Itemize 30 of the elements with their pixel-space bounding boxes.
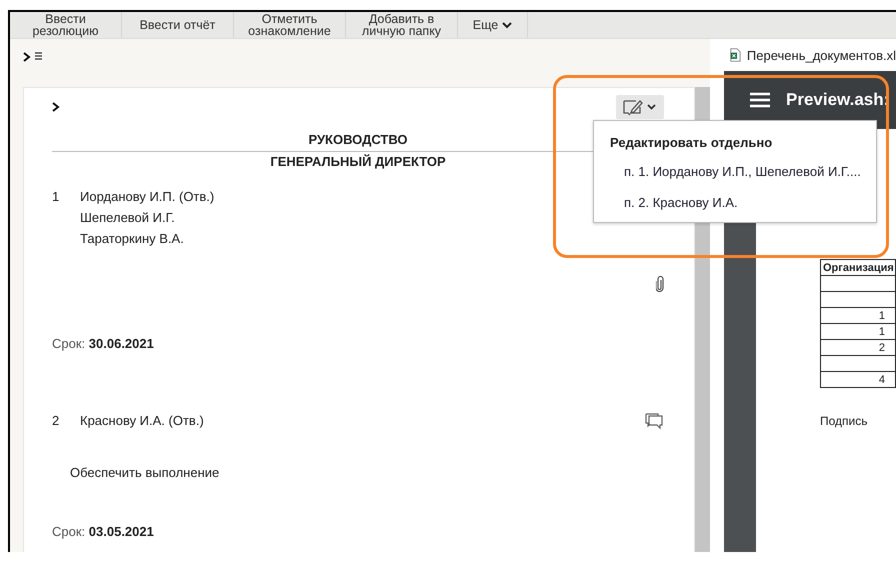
assignee-name: Тараторкину В.А. bbox=[80, 231, 184, 246]
task-text: Обеспечить выполнение bbox=[70, 465, 220, 480]
signature-label: Подпись bbox=[820, 414, 868, 428]
menu-icon[interactable] bbox=[750, 92, 770, 108]
expand-icon[interactable] bbox=[23, 52, 31, 62]
assignee-name: Иорданову И.П. (Отв.) bbox=[80, 189, 214, 204]
menu-item[interactable]: п. 1. Иорданову И.П., Шепелевой И.Г.... bbox=[610, 164, 860, 179]
table-cell: 1 bbox=[820, 324, 896, 340]
paperclip-icon[interactable] bbox=[656, 276, 664, 292]
comment-icon[interactable] bbox=[644, 413, 664, 431]
table-cell: 2 bbox=[820, 340, 896, 356]
table-cell: 4 bbox=[820, 372, 896, 388]
assignee-name: Шепелевой И.Г. bbox=[80, 210, 175, 225]
list-icon[interactable] bbox=[35, 52, 42, 60]
item-number: 1 bbox=[52, 189, 60, 204]
deadline-text: Срок: 03.05.2021 bbox=[52, 524, 155, 539]
file-name[interactable]: Перечень_документов.xl bbox=[746, 48, 896, 62]
assignee-name: Краснову И.А. (Отв.) bbox=[80, 413, 204, 428]
edit-dropdown-button[interactable] bbox=[616, 95, 664, 119]
table-cell: 1 bbox=[820, 308, 896, 324]
item-number: 2 bbox=[52, 413, 60, 428]
table-header: Организация bbox=[820, 260, 896, 276]
menu-item[interactable]: п. 2. Краснову И.А. bbox=[610, 195, 860, 210]
preview-title: Preview.ash: bbox=[786, 90, 890, 110]
section-subheading: ГЕНЕРАЛЬНЫЙ ДИРЕКТОР bbox=[269, 154, 447, 169]
spreadsheet-file-icon bbox=[730, 46, 741, 64]
menu-heading: Редактировать отдельно bbox=[610, 135, 774, 150]
expand-icon[interactable] bbox=[52, 102, 60, 112]
caret-icon bbox=[502, 22, 512, 28]
deadline-text: Срок: 30.06.2021 bbox=[52, 336, 155, 351]
